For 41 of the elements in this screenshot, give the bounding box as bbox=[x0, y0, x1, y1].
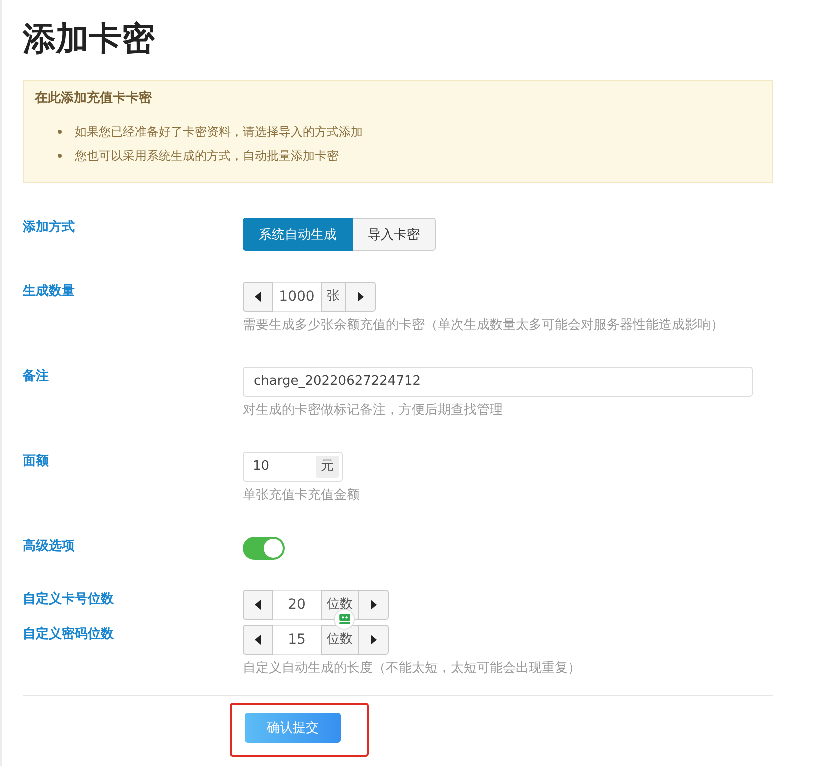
remark-input-field[interactable]: charge_20220627224712 bbox=[243, 367, 753, 397]
field-value: 10 bbox=[253, 458, 270, 476]
caret-left-icon bbox=[255, 635, 261, 645]
help-text: 对生成的卡密做标记备注，方便后期查找管理 bbox=[243, 402, 503, 420]
help-text: 自定义自动生成的长度（不能太短，太短可能会出现重复） bbox=[243, 660, 581, 678]
field-label: 自定义密码位数 bbox=[23, 626, 114, 644]
caret-right-icon bbox=[370, 600, 376, 610]
help-text: 单张充值卡充值金额 bbox=[243, 487, 360, 505]
increment-button[interactable] bbox=[346, 282, 376, 312]
increment-button[interactable] bbox=[359, 590, 389, 620]
notice-text: 您也可以采用系统生成的方式，自动批量添加卡密 bbox=[75, 148, 339, 164]
caret-right-icon bbox=[358, 292, 364, 302]
bullet-icon bbox=[58, 130, 62, 134]
number-input-field[interactable]: 15 bbox=[273, 625, 321, 655]
caret-left-icon bbox=[255, 600, 261, 610]
field-label: 面额 bbox=[23, 452, 49, 471]
number-input-field[interactable]: 1000 bbox=[273, 282, 321, 312]
caret-left-icon bbox=[255, 292, 261, 302]
unit-label: 张 bbox=[321, 282, 346, 312]
field-label: 备注 bbox=[23, 368, 49, 386]
help-text: 需要生成多少张余额充值的卡密（单次生成数量太多可能会对服务器性能造成影响） bbox=[243, 317, 724, 335]
number-input-field[interactable]: 20 bbox=[273, 590, 321, 620]
unit-label: 元 bbox=[316, 456, 339, 478]
decrement-button[interactable] bbox=[243, 625, 273, 655]
option-button[interactable]: 导入卡密 bbox=[353, 218, 436, 251]
caret-right-icon bbox=[370, 635, 376, 645]
field-label: 高级选项 bbox=[23, 538, 75, 556]
page-title: 添加卡密 bbox=[22, 18, 156, 59]
decrement-button[interactable] bbox=[243, 282, 273, 312]
notice-title: 在此添加充值卡卡密 bbox=[35, 90, 153, 108]
notice-text: 如果您已经准备好了卡密资料，请选择导入的方式添加 bbox=[75, 124, 363, 140]
field-label: 生成数量 bbox=[23, 283, 75, 301]
increment-button[interactable] bbox=[359, 625, 389, 655]
field-label: 自定义卡号位数 bbox=[23, 590, 114, 609]
toggle-switch[interactable] bbox=[243, 537, 285, 560]
option-button[interactable]: 系统自动生成 bbox=[243, 218, 353, 251]
decrement-button[interactable] bbox=[243, 590, 273, 620]
bullet-icon bbox=[58, 154, 62, 158]
amount-input-field[interactable]: 10 元 bbox=[243, 452, 343, 482]
unit-label: 位数 bbox=[321, 625, 359, 655]
field-label: 添加方式 bbox=[23, 218, 75, 237]
